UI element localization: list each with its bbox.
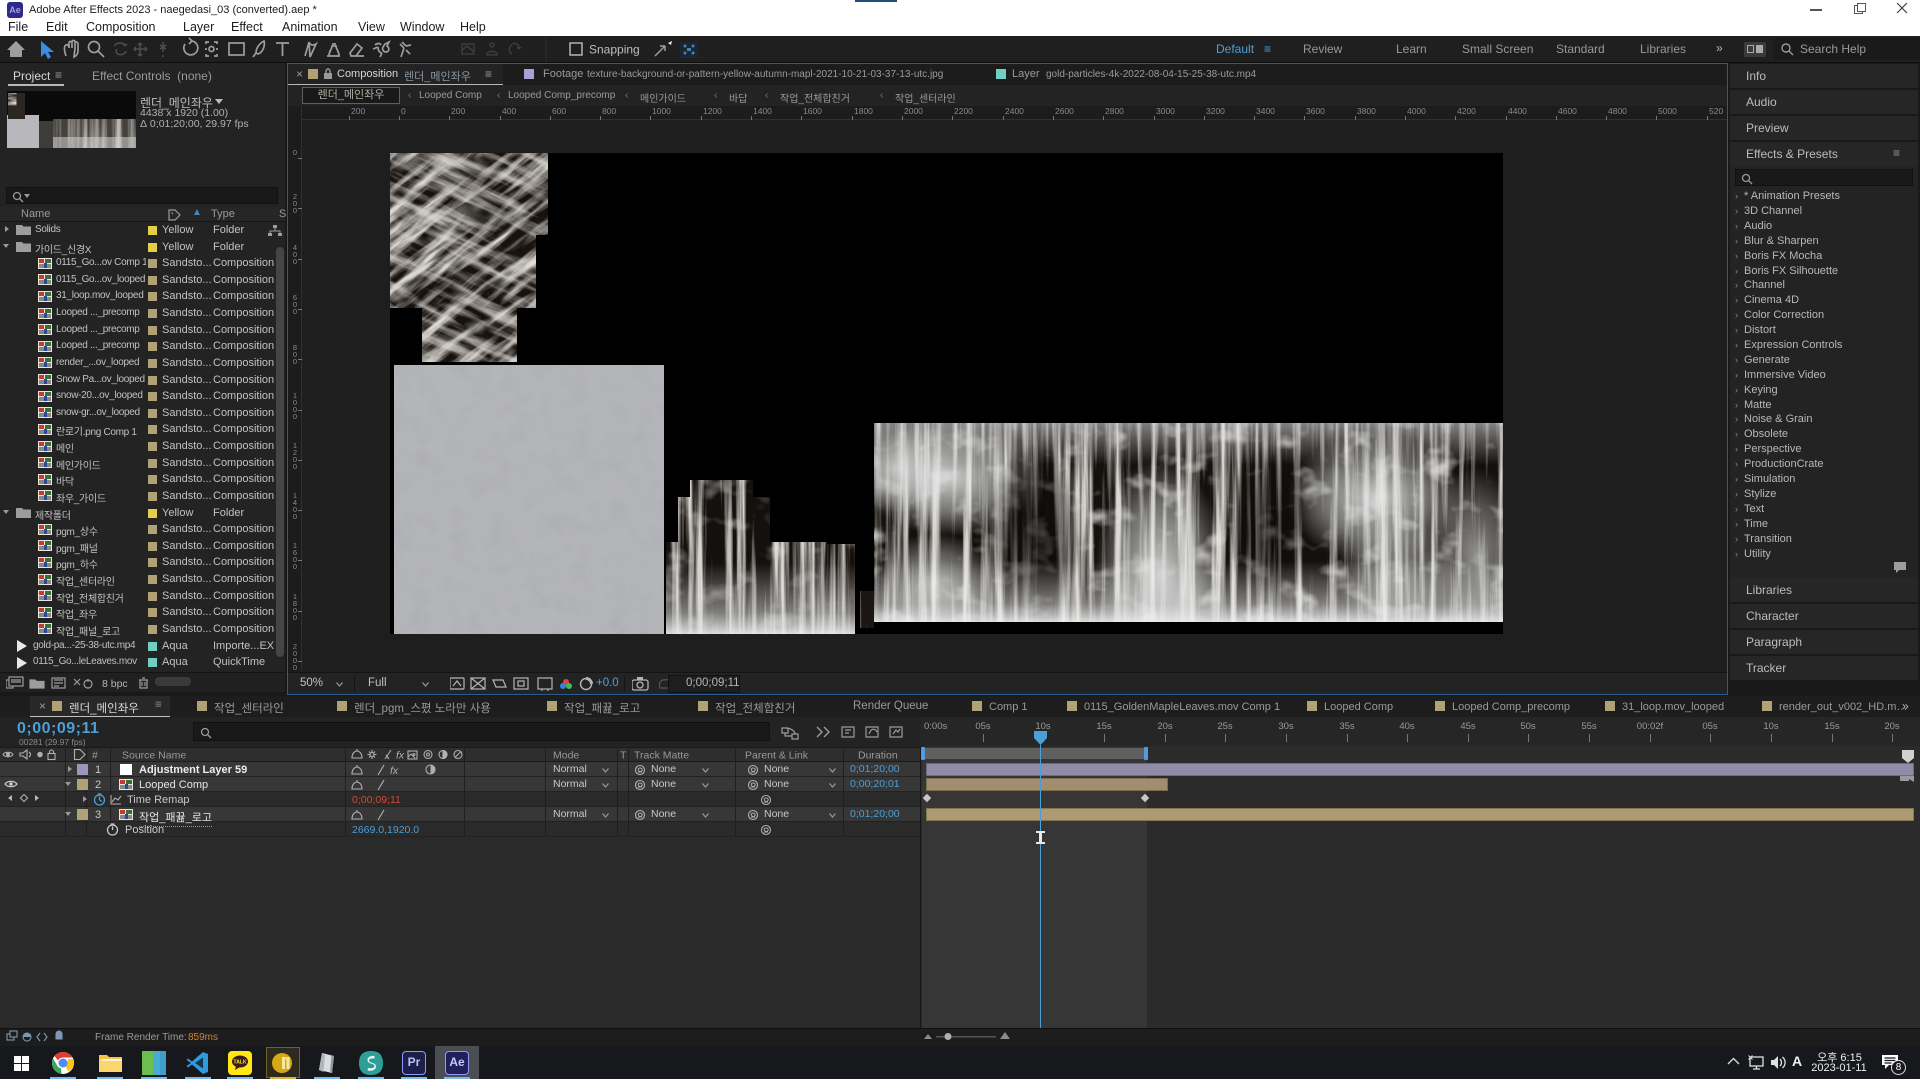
svg-text:1400: 1400	[293, 491, 297, 521]
svg-text:50s: 50s	[1520, 721, 1536, 732]
svg-text:05s: 05s	[975, 721, 991, 732]
svg-text:600: 600	[293, 293, 297, 316]
svg-text:1400: 1400	[753, 106, 772, 116]
svg-text:200: 200	[451, 106, 465, 116]
svg-text:30s: 30s	[1278, 721, 1294, 732]
svg-text:400: 400	[293, 243, 297, 266]
svg-text:600: 600	[552, 106, 566, 116]
svg-text:3000: 3000	[1156, 106, 1175, 116]
svg-text:1200: 1200	[293, 441, 297, 471]
svg-text:Duration: Duration	[858, 750, 898, 762]
svg-text:800: 800	[602, 106, 616, 116]
svg-text:fx: fx	[390, 765, 399, 776]
svg-text:1000: 1000	[293, 391, 297, 421]
svg-text:Snapping: Snapping	[589, 43, 640, 57]
svg-text:3200: 3200	[1206, 106, 1225, 116]
svg-text:1800: 1800	[293, 592, 297, 622]
svg-text:00:02f: 00:02f	[1637, 721, 1664, 732]
svg-text:Mode: Mode	[553, 750, 579, 762]
svg-text:3600: 3600	[1306, 106, 1325, 116]
svg-text:40s: 40s	[1399, 721, 1415, 732]
svg-text:15s: 15s	[1096, 721, 1112, 732]
svg-text:400: 400	[502, 106, 516, 116]
svg-text:25s: 25s	[1217, 721, 1233, 732]
svg-text:4800: 4800	[1608, 106, 1627, 116]
svg-text:Source Name: Source Name	[122, 750, 186, 762]
svg-text:8 bpc: 8 bpc	[102, 678, 128, 690]
svg-text:TALK: TALK	[234, 1060, 247, 1066]
svg-text:1000: 1000	[652, 106, 671, 116]
svg-text:45s: 45s	[1460, 721, 1476, 732]
svg-text:1800: 1800	[854, 106, 873, 116]
svg-text:1200: 1200	[703, 106, 722, 116]
svg-text:Parent & Link: Parent & Link	[745, 750, 809, 762]
svg-text:3400: 3400	[1256, 106, 1275, 116]
svg-text:4000: 4000	[1407, 106, 1426, 116]
svg-text:#: #	[92, 750, 98, 762]
svg-text:T: T	[620, 750, 627, 762]
svg-text:2000: 2000	[904, 106, 923, 116]
svg-text:200: 200	[351, 106, 365, 116]
svg-text:5000: 5000	[1658, 106, 1677, 116]
svg-text:1600: 1600	[293, 541, 297, 571]
svg-text:15s: 15s	[1824, 721, 1840, 732]
svg-text:0:00s: 0:00s	[924, 721, 947, 732]
svg-text:5200: 5200	[1709, 106, 1723, 116]
svg-text:35s: 35s	[1339, 721, 1355, 732]
svg-text:55s: 55s	[1581, 721, 1597, 732]
svg-text:2000: 2000	[293, 642, 297, 672]
svg-text:2400: 2400	[1005, 106, 1024, 116]
svg-text:10s: 10s	[1763, 721, 1779, 732]
svg-text:0: 0	[401, 106, 406, 116]
svg-text:Track Matte: Track Matte	[634, 750, 689, 762]
svg-text:05s: 05s	[1702, 721, 1718, 732]
svg-text:2800: 2800	[1105, 106, 1124, 116]
svg-text:4600: 4600	[1558, 106, 1577, 116]
svg-text:1600: 1600	[803, 106, 822, 116]
svg-text:4400: 4400	[1508, 106, 1527, 116]
svg-text:20s: 20s	[1884, 721, 1900, 732]
svg-text:200: 200	[293, 192, 297, 215]
svg-text:fx: fx	[396, 750, 405, 762]
svg-text:0: 0	[293, 148, 297, 157]
svg-text:2600: 2600	[1055, 106, 1074, 116]
svg-text:3800: 3800	[1357, 106, 1376, 116]
svg-text:2200: 2200	[954, 106, 973, 116]
svg-text:4200: 4200	[1457, 106, 1476, 116]
svg-text:800: 800	[293, 343, 297, 366]
svg-text:20s: 20s	[1157, 721, 1173, 732]
